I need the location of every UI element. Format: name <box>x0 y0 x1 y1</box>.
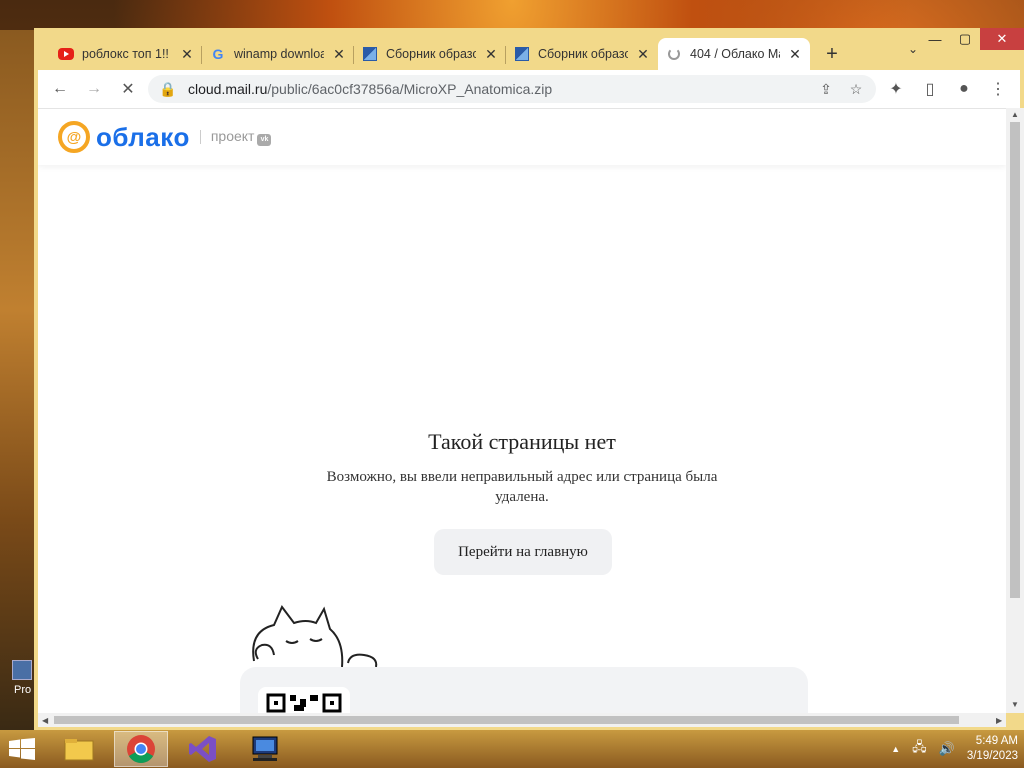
site-header: @ облако проект vk <box>38 109 1006 165</box>
close-icon[interactable]: ✕ <box>484 46 498 63</box>
menu-icon[interactable]: ⋮ <box>984 75 1012 103</box>
url-text[interactable]: cloud.mail.ru/public/6ac0cf37856a/MicroX… <box>188 81 806 97</box>
tab-youtube[interactable]: роблокс топ 1!! ✕ <box>50 38 202 70</box>
tab-title: winamp download <box>234 47 324 61</box>
window-controls: — ▢ ✕ <box>920 28 1024 52</box>
tab-title: 404 / Облако Mail <box>690 47 780 61</box>
horizontal-scroll-thumb[interactable] <box>54 716 959 724</box>
tab-strip: роблокс топ 1!! ✕ G winamp download ✕ Сб… <box>50 36 904 70</box>
taskbar-file-explorer[interactable] <box>52 731 106 767</box>
maximize-button[interactable]: ▢ <box>950 28 980 50</box>
vertical-scrollbar[interactable]: ▲ ▼ <box>1006 108 1024 713</box>
url-host: cloud.mail.ru <box>188 81 268 97</box>
qr-code-icon <box>258 687 350 713</box>
show-hidden-icons-icon[interactable]: ▲ <box>891 744 900 754</box>
desktop-shortcut-icon[interactable] <box>12 660 32 680</box>
chrome-icon <box>127 735 155 763</box>
error-title: Такой страницы нет <box>428 429 616 454</box>
taskbar-visual-studio[interactable] <box>176 731 230 767</box>
extensions-icon[interactable]: ✦ <box>882 75 910 103</box>
document-icon <box>514 46 530 62</box>
close-window-button[interactable]: ✕ <box>980 28 1024 50</box>
document-icon <box>362 46 378 62</box>
tab-404-cloud[interactable]: 404 / Облако Mail ✕ <box>658 38 810 70</box>
windows-logo-icon <box>9 738 35 760</box>
minimize-button[interactable]: — <box>920 28 950 50</box>
go-home-button[interactable]: Перейти на главную <box>434 529 612 575</box>
scroll-right-arrow-icon[interactable]: ▶ <box>996 716 1002 725</box>
computer-icon <box>252 736 278 761</box>
horizontal-scrollbar[interactable]: ◀ ▶ <box>38 713 1006 727</box>
tab-search-button[interactable]: ⌄ <box>908 42 918 56</box>
clock-date: 3/19/2023 <box>966 750 1018 762</box>
tab-collection-2[interactable]: Сборник образов ✕ <box>506 38 658 70</box>
logo-text[interactable]: облако <box>96 122 190 153</box>
network-icon[interactable]: 🖧 <box>912 738 927 760</box>
forward-button[interactable]: → <box>80 75 108 103</box>
address-bar[interactable]: 🔒 cloud.mail.ru/public/6ac0cf37856a/Micr… <box>148 75 876 103</box>
folder-icon <box>64 739 94 761</box>
system-tray: ▲ 🖧 🔊 5:49 AM 3/19/2023 <box>891 730 1018 768</box>
visual-studio-icon <box>189 736 216 762</box>
google-icon: G <box>212 46 224 62</box>
start-button[interactable] <box>0 730 44 768</box>
side-panel-icon[interactable]: ▯ <box>916 75 944 103</box>
close-icon[interactable]: ✕ <box>180 46 194 63</box>
close-icon[interactable]: ✕ <box>332 46 346 63</box>
tab-collection-1[interactable]: Сборник образов ✕ <box>354 38 506 70</box>
taskbar-remote-desktop[interactable] <box>238 731 292 767</box>
tab-title: Сборник образов <box>386 47 476 61</box>
tab-google[interactable]: G winamp download ✕ <box>202 38 354 70</box>
youtube-icon <box>58 46 74 62</box>
tab-title: роблокс топ 1!! <box>82 47 169 61</box>
page-viewport: @ облако проект vk Такой страницы нет Воз… <box>38 108 1006 713</box>
close-icon[interactable]: ✕ <box>636 46 650 63</box>
clock-time: 5:49 AM <box>975 735 1018 747</box>
star-icon[interactable]: ☆ <box>846 81 866 98</box>
app-promo-card <box>240 667 808 713</box>
desktop-strip: Pro <box>0 30 34 730</box>
browser-toolbar: ← → ✕ 🔒 cloud.mail.ru/public/6ac0cf37856… <box>38 70 1020 108</box>
scroll-down-arrow-icon[interactable]: ▼ <box>1011 700 1019 709</box>
new-tab-button[interactable]: + <box>816 38 848 70</box>
vk-icon: vk <box>257 134 272 146</box>
clock[interactable]: 5:49 AM 3/19/2023 <box>967 734 1018 764</box>
url-path: /public/6ac0cf37856a/MicroXP_Anatomica.z… <box>267 81 553 97</box>
back-button[interactable]: ← <box>46 75 74 103</box>
scroll-up-arrow-icon[interactable]: ▲ <box>1011 110 1019 119</box>
lock-icon[interactable]: 🔒 <box>158 81 178 98</box>
vertical-scroll-thumb[interactable] <box>1010 122 1020 598</box>
loading-spinner-icon <box>666 46 682 62</box>
share-icon[interactable]: ⇪ <box>816 81 836 98</box>
volume-icon[interactable]: 🔊 <box>939 741 955 757</box>
project-text: проект <box>210 128 255 144</box>
profile-icon[interactable]: ● <box>950 75 978 103</box>
logo-at-icon[interactable]: @ <box>58 121 90 153</box>
taskbar: ▲ 🖧 🔊 5:49 AM 3/19/2023 <box>0 730 1024 768</box>
stop-button[interactable]: ✕ <box>114 75 142 103</box>
project-label[interactable]: проект vk <box>211 128 272 146</box>
taskbar-chrome[interactable] <box>114 731 168 767</box>
logo-divider <box>199 130 201 144</box>
tab-title: Сборник образов <box>538 47 628 61</box>
browser-window: роблокс топ 1!! ✕ G winamp download ✕ Сб… <box>34 28 1024 730</box>
error-description: Возможно, вы ввели неправильный адрес ил… <box>326 469 718 505</box>
close-icon[interactable]: ✕ <box>788 46 802 63</box>
scroll-left-arrow-icon[interactable]: ◀ <box>42 716 48 725</box>
desktop-shortcut-label: Pro <box>14 684 32 696</box>
